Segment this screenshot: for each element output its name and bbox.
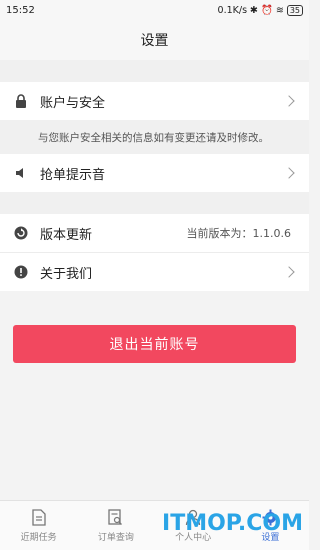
logout-section: 退出当前账号 xyxy=(0,291,309,363)
tab-recent-tasks[interactable]: 近期任务 xyxy=(0,501,77,550)
order-search-icon xyxy=(107,508,125,526)
about-us-label: 关于我们 xyxy=(40,266,93,282)
wifi-icon: ≋ xyxy=(275,4,284,16)
chevron-right-icon xyxy=(283,95,295,107)
settings-row-order-sound[interactable]: 抢单提示音 xyxy=(0,154,309,192)
person-icon xyxy=(184,508,202,526)
status-icons: 0.1K/s ✱ ⏰ ≋ 35 xyxy=(217,4,303,16)
bottom-tab-bar: 近期任务 订单查询 个人中心 设置 xyxy=(0,500,309,550)
account-security-label: 账户与安全 xyxy=(40,95,106,111)
tab-label: 近期任务 xyxy=(20,533,57,543)
version-update-label: 版本更新 xyxy=(40,227,93,243)
lock-icon xyxy=(14,94,28,108)
settings-row-version-update[interactable]: 版本更新 当前版本为：1.1.0.6 xyxy=(0,214,309,252)
status-time: 15:52 xyxy=(6,4,35,16)
settings-row-about-us[interactable]: 关于我们 xyxy=(0,253,309,291)
gear-icon xyxy=(261,508,279,526)
section-gap xyxy=(0,192,309,214)
alarm-icon: ⏰ xyxy=(261,4,273,16)
tab-settings[interactable]: 设置 xyxy=(232,501,309,550)
page-title: 设置 xyxy=(140,33,169,49)
settings-row-account-security[interactable]: 账户与安全 xyxy=(0,82,309,120)
info-icon xyxy=(14,265,28,279)
tab-label: 个人中心 xyxy=(175,533,212,543)
status-bar: 15:52 0.1K/s ✱ ⏰ ≋ 35 xyxy=(0,0,309,20)
section-gap xyxy=(0,60,309,82)
account-security-note: 与您账户安全相关的信息如有变更还请及时修改。 xyxy=(0,120,309,154)
chevron-right-icon xyxy=(283,167,295,179)
current-version: 当前版本为：1.1.0.6 xyxy=(186,227,291,240)
network-speed: 0.1K/s xyxy=(217,4,248,16)
speaker-icon xyxy=(14,166,28,180)
nav-bar: 设置 xyxy=(0,20,309,60)
battery-icon: 35 xyxy=(286,4,303,16)
tab-order-query[interactable]: 订单查询 xyxy=(77,501,154,550)
bluetooth-icon: ✱ xyxy=(250,4,258,16)
order-sound-label: 抢单提示音 xyxy=(40,167,106,183)
tab-label: 设置 xyxy=(261,533,280,543)
document-icon xyxy=(30,508,48,526)
update-icon xyxy=(14,226,28,240)
chevron-right-icon xyxy=(283,266,295,278)
tab-personal-center[interactable]: 个人中心 xyxy=(155,501,232,550)
tab-label: 订单查询 xyxy=(97,533,134,543)
logout-button[interactable]: 退出当前账号 xyxy=(13,325,296,363)
